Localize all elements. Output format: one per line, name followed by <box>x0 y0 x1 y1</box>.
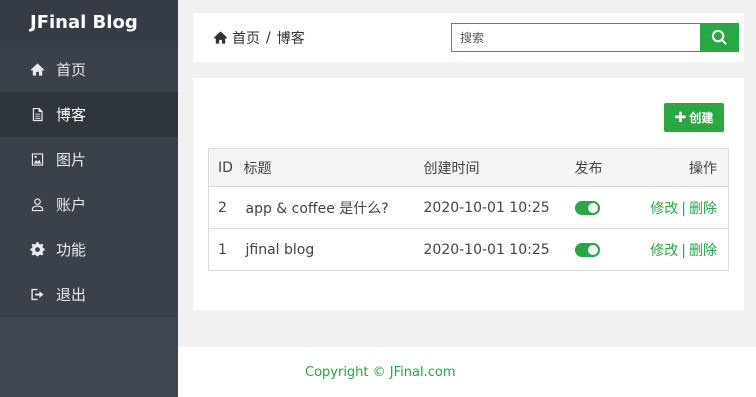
table-row: 1 jfinal blog 2020-10-01 10:25 修改 | 删除 <box>208 228 729 271</box>
logout-icon <box>29 287 45 303</box>
edit-link[interactable]: 修改 <box>650 243 678 259</box>
breadcrumb: 首页 / 博客 <box>213 28 305 48</box>
search-box <box>451 23 739 52</box>
search-input[interactable] <box>451 23 700 52</box>
gear-icon <box>29 242 45 258</box>
cell-title: app & coffee 是什么? <box>238 186 417 229</box>
sidebar-item-blog[interactable]: 博客 <box>0 92 178 137</box>
search-button[interactable] <box>700 23 739 52</box>
cell-id: 1 <box>208 228 239 271</box>
sidebar-item-label: 首页 <box>56 61 87 79</box>
footer: Copyright © JFinal.com <box>178 347 756 397</box>
sidebar-item-label: 图片 <box>56 151 87 169</box>
cell-title: jfinal blog <box>238 228 417 271</box>
table-row: 2 app & coffee 是什么? 2020-10-01 10:25 修改 |… <box>208 186 729 229</box>
copyright-text[interactable]: Copyright © JFinal.com <box>305 365 455 380</box>
create-button[interactable]: ✚ 创建 <box>664 103 724 132</box>
sidebar-item-label: 账户 <box>56 196 87 214</box>
sidebar-item-label: 博客 <box>56 106 87 124</box>
edit-link[interactable]: 修改 <box>650 201 678 217</box>
cell-id: 2 <box>208 186 239 229</box>
column-header-title: 标题 <box>238 148 417 187</box>
publish-toggle[interactable] <box>574 242 600 257</box>
breadcrumb-separator: / <box>266 29 271 46</box>
column-header-created: 创建时间 <box>416 148 567 187</box>
cell-created: 2020-10-01 10:25 <box>416 228 567 271</box>
sidebar-menu: 首页 博客 图片 账户 功能 退出 <box>0 47 178 317</box>
document-icon <box>29 107 45 123</box>
create-button-label: 创建 <box>689 111 714 125</box>
sidebar-item-images[interactable]: 图片 <box>0 137 178 182</box>
main-area: 首页 / 博客 ✚ 创建 ID 标题 创建时间 发布 操作 <box>178 0 756 397</box>
cell-created: 2020-10-01 10:25 <box>416 186 567 229</box>
app-logo[interactable]: JFinal Blog <box>0 0 178 47</box>
breadcrumb-home[interactable]: 首页 <box>232 28 260 48</box>
publish-toggle[interactable] <box>574 200 600 215</box>
breadcrumb-current: 博客 <box>276 30 305 47</box>
sidebar-item-home[interactable]: 首页 <box>0 47 178 92</box>
blog-table: ID 标题 创建时间 发布 操作 2 app & coffee 是什么? 202… <box>208 148 729 271</box>
sidebar-item-label: 退出 <box>56 286 87 304</box>
action-separator: | <box>681 200 686 217</box>
image-icon <box>29 152 45 168</box>
home-icon[interactable] <box>213 30 229 46</box>
header-bar: 首页 / 博客 <box>193 13 744 62</box>
sidebar-item-label: 功能 <box>56 241 87 259</box>
cell-actions: 修改 | 删除 <box>626 186 729 229</box>
plus-icon: ✚ <box>674 109 687 126</box>
column-header-id: ID <box>208 148 239 187</box>
sidebar-item-account[interactable]: 账户 <box>0 182 178 227</box>
content-card: ✚ 创建 ID 标题 创建时间 发布 操作 2 app & coffee 是什么… <box>193 78 744 310</box>
user-icon <box>29 197 45 213</box>
column-header-published: 发布 <box>566 148 627 187</box>
action-separator: | <box>681 242 686 259</box>
column-header-actions: 操作 <box>626 148 729 187</box>
search-icon <box>711 29 727 45</box>
cell-published <box>566 186 627 229</box>
cell-published <box>566 228 627 271</box>
sidebar-item-features[interactable]: 功能 <box>0 227 178 272</box>
sidebar: JFinal Blog 首页 博客 图片 账户 功能 退出 <box>0 0 178 397</box>
cell-actions: 修改 | 删除 <box>626 228 729 271</box>
sidebar-footer <box>0 347 178 397</box>
home-icon <box>29 62 45 78</box>
table-header-row: ID 标题 创建时间 发布 操作 <box>208 148 729 187</box>
delete-link[interactable]: 删除 <box>689 243 717 259</box>
delete-link[interactable]: 删除 <box>689 201 717 217</box>
sidebar-item-logout[interactable]: 退出 <box>0 272 178 317</box>
